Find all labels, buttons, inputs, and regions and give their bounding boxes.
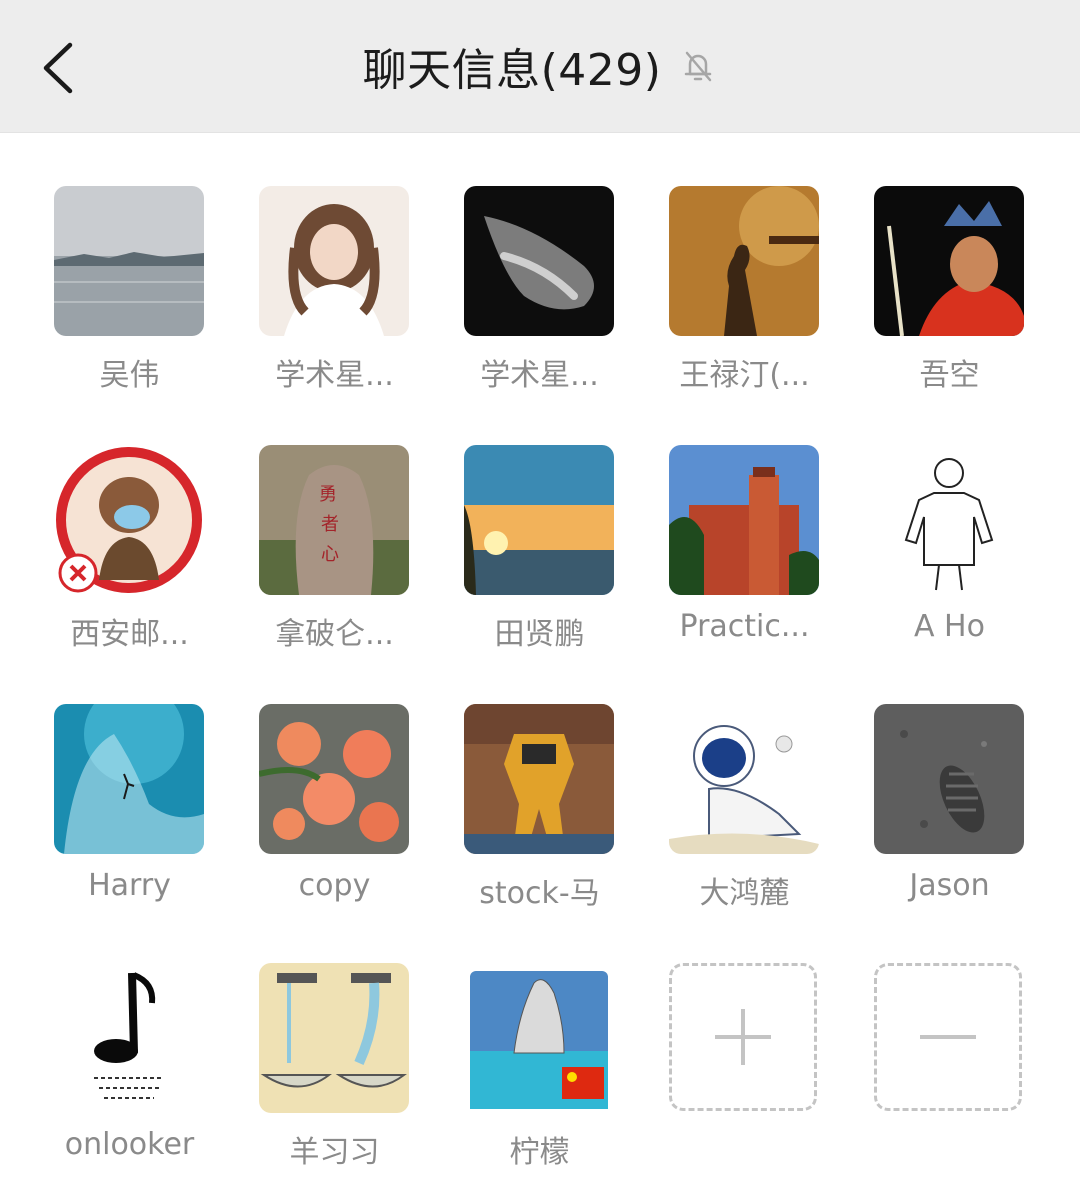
- member-name: 王禄汀(...: [679, 358, 810, 393]
- member-name: Practic...: [679, 609, 810, 644]
- header-bar: 聊天信息(429): [0, 0, 1080, 133]
- member-item[interactable]: 王禄汀(...: [642, 132, 847, 393]
- avatar: [464, 704, 614, 854]
- avatar: [669, 186, 819, 336]
- member-name: 大鸿麓: [699, 876, 790, 911]
- member-item[interactable]: 大鸿麓: [642, 650, 847, 911]
- member-item[interactable]: copy: [232, 650, 437, 903]
- avatar: [874, 445, 1024, 595]
- member-name: 西安邮...: [70, 617, 189, 652]
- remove-member-button[interactable]: [874, 963, 1022, 1111]
- avatar: [874, 704, 1024, 854]
- avatar: [464, 445, 614, 595]
- avatar: [669, 445, 819, 595]
- member-name: 田贤鹏: [494, 617, 585, 652]
- member-name: 学术星...: [275, 358, 394, 393]
- member-name: copy: [298, 868, 371, 903]
- member-item[interactable]: onlooker: [27, 909, 232, 1162]
- member-item[interactable]: 吴伟: [27, 132, 232, 393]
- member-name: 吾空: [919, 358, 980, 393]
- member-item[interactable]: Jason: [847, 650, 1052, 903]
- avatar: [54, 963, 204, 1113]
- bell-off-icon: [685, 51, 712, 82]
- avatar: [54, 186, 204, 336]
- member-name: stock-马: [479, 876, 600, 911]
- member-name: onlooker: [64, 1127, 195, 1162]
- avatar: [874, 186, 1024, 336]
- svg-text:心: 心: [321, 544, 339, 565]
- page-title: 聊天信息(429): [362, 45, 662, 96]
- back-button[interactable]: [22, 30, 92, 106]
- member-item[interactable]: 吾空: [847, 132, 1052, 393]
- avatar: [464, 186, 614, 336]
- avatar: [259, 186, 409, 336]
- member-item[interactable]: A Ho: [847, 391, 1052, 644]
- member-item[interactable]: 羊习习: [232, 909, 437, 1170]
- member-item[interactable]: 勇 者 心 拿破仑...: [232, 391, 437, 652]
- member-grid: 吴伟 学术星... 学术星... 王禄汀(... 吾空 西安邮... 勇 者 心…: [0, 132, 1080, 1202]
- member-item[interactable]: 田贤鹏: [437, 391, 642, 652]
- svg-text:勇: 勇: [319, 484, 337, 505]
- member-item[interactable]: 柠檬: [437, 909, 642, 1170]
- member-item[interactable]: Harry: [27, 650, 232, 903]
- member-name: 羊习习: [289, 1135, 380, 1170]
- plus-icon: [715, 1009, 771, 1065]
- member-item[interactable]: stock-马: [437, 650, 642, 911]
- member-name: 拿破仑...: [275, 617, 394, 652]
- member-item[interactable]: 学术星...: [437, 132, 642, 393]
- avatar: [259, 704, 409, 854]
- minus-icon: [920, 1035, 976, 1039]
- add-member-button[interactable]: [669, 963, 817, 1111]
- avatar: 勇 者 心: [259, 445, 409, 595]
- member-item[interactable]: Practic...: [642, 391, 847, 644]
- member-name: 学术星...: [480, 358, 599, 393]
- avatar: [669, 704, 819, 854]
- member-name: Harry: [88, 868, 171, 903]
- avatar: [464, 963, 614, 1113]
- avatar: [54, 704, 204, 854]
- member-name: A Ho: [914, 609, 985, 644]
- avatar: [259, 963, 409, 1113]
- avatar: [54, 445, 204, 595]
- svg-text:者: 者: [321, 514, 339, 535]
- member-name: 吴伟: [99, 358, 160, 393]
- member-item[interactable]: 西安邮...: [27, 391, 232, 652]
- member-item[interactable]: 学术星...: [232, 132, 437, 393]
- member-name: Jason: [909, 868, 990, 903]
- member-name: 柠檬: [509, 1135, 570, 1170]
- chevron-left-icon: [43, 42, 73, 94]
